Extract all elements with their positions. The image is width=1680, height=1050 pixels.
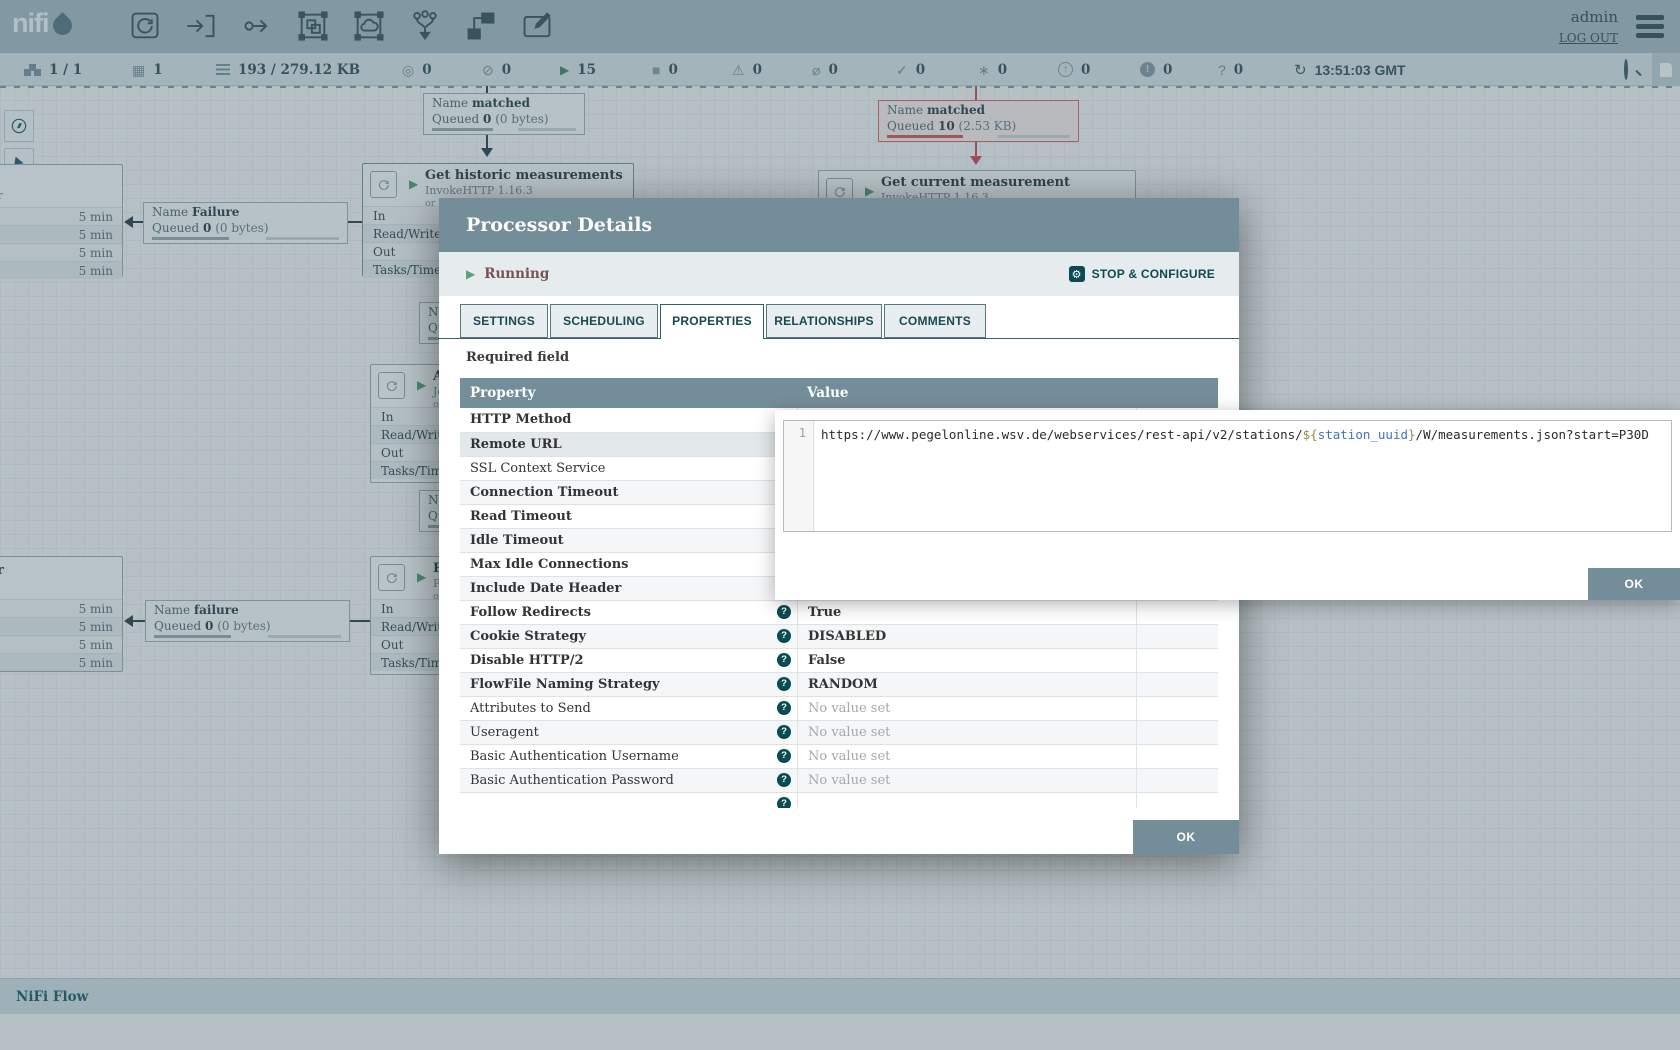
property-name: Useragent [470,725,539,740]
run-state: ▶ Running [466,266,549,282]
property-value[interactable]: No value set [808,701,890,716]
property-name: Attributes to Send [470,701,591,716]
property-value[interactable]: True [808,605,841,620]
property-name: FlowFile Naming Strategy [470,677,660,692]
code-segment-bracket: ${ [1303,427,1318,442]
property-name: Include Date Header [470,581,621,596]
code-segment-plain: /W/measurements.json?start=P30D [1416,427,1649,442]
property-name: Basic Authentication Username [470,749,679,764]
property-name: Basic Authentication Password [470,773,674,788]
line-number-gutter: 1 [784,421,814,531]
stop-configure-label: STOP & CONFIGURE [1092,267,1215,281]
tab-relationships[interactable]: RELATIONSHIPS [766,304,882,338]
code-segment-bracket: } [1408,427,1416,442]
property-row-follow-redirects[interactable]: Follow Redirects? True [460,600,1218,624]
property-row-flowfile-naming-strategy[interactable]: FlowFile Naming Strategy? RANDOM [460,672,1218,696]
property-value[interactable]: No value set [808,725,890,740]
property-row-disable-http-2[interactable]: Disable HTTP/2? False [460,648,1218,672]
help-icon[interactable]: ? [777,629,791,643]
running-icon: ▶ [466,267,475,281]
help-icon[interactable]: ? [777,749,791,763]
property-value[interactable]: No value set [808,773,890,788]
required-field-note: Required field [466,350,569,365]
property-row-attributes-to-send[interactable]: Attributes to Send? No value set [460,696,1218,720]
property-name: Idle Timeout [470,533,564,548]
property-value[interactable]: False [808,653,845,668]
property-row-useragent[interactable]: Useragent? No value set [460,720,1218,744]
tab-settings[interactable]: SETTINGS [460,304,548,338]
dialog-tabs: SETTINGSSCHEDULINGPROPERTIESRELATIONSHIP… [460,304,986,339]
property-value[interactable]: DISABLED [808,629,886,644]
property-name: Cookie Strategy [470,629,586,644]
property-row-basic-authentication-username[interactable]: Basic Authentication Username? No value s… [460,744,1218,768]
code-segment-plain: https://www.pegelonline.wsv.de/webservic… [821,427,1303,442]
property-name: Disable HTTP/2 [470,653,584,668]
property-column-header: Property [460,378,797,408]
editor-ok-button[interactable]: OK [1588,568,1680,600]
help-icon[interactable]: ? [777,653,791,667]
help-icon[interactable]: ? [777,773,791,787]
property-name: Follow Redirects [470,605,591,620]
property-name: Max Idle Connections [470,557,629,572]
value-editor-popup: 1 https://www.pegelonline.wsv.de/webserv… [775,410,1680,600]
property-name: SSL Context Service [470,461,605,476]
tab-scheduling[interactable]: SCHEDULING [550,304,658,338]
help-icon[interactable]: ? [777,725,791,739]
help-icon[interactable]: ? [777,677,791,691]
help-icon[interactable]: ? [777,605,791,619]
help-icon[interactable]: ? [777,797,791,808]
run-state-label: Running [484,266,549,282]
tab-comments[interactable]: COMMENTS [884,304,986,338]
nifi-app: nifi admin LOG OUT ↻ 13:51:03 GMT 1 / 1▦… [0,0,1680,1050]
property-name: Connection Timeout [470,485,618,500]
properties-table-header: Property Value [460,378,1218,408]
code-segment-variable: station_uuid [1318,427,1408,442]
property-row-partial[interactable]: ? [460,792,1218,808]
property-value[interactable]: No value set [808,749,890,764]
property-name: HTTP Method [470,412,571,427]
value-editor-code[interactable]: https://www.pegelonline.wsv.de/webservic… [814,421,1671,531]
tab-properties[interactable]: PROPERTIES [660,304,764,339]
property-row-basic-authentication-password[interactable]: Basic Authentication Password? No value s… [460,768,1218,792]
property-row-cookie-strategy[interactable]: Cookie Strategy? DISABLED [460,624,1218,648]
value-column-header: Value [797,378,1136,408]
stop-and-configure-button[interactable]: ⚙ STOP & CONFIGURE [1069,266,1215,282]
gear-icon: ⚙ [1069,266,1085,282]
property-name: Read Timeout [470,509,572,524]
property-value[interactable]: RANDOM [808,677,878,692]
dialog-title: Processor Details [439,198,1239,252]
dialog-status-strip: ▶ Running ⚙ STOP & CONFIGURE [439,252,1239,296]
value-editor[interactable]: 1 https://www.pegelonline.wsv.de/webserv… [783,420,1672,532]
help-icon[interactable]: ? [777,701,791,715]
property-name: Remote URL [470,437,562,452]
dialog-titlebar[interactable]: Processor Details [439,198,1239,252]
ok-button[interactable]: OK [1133,820,1239,854]
